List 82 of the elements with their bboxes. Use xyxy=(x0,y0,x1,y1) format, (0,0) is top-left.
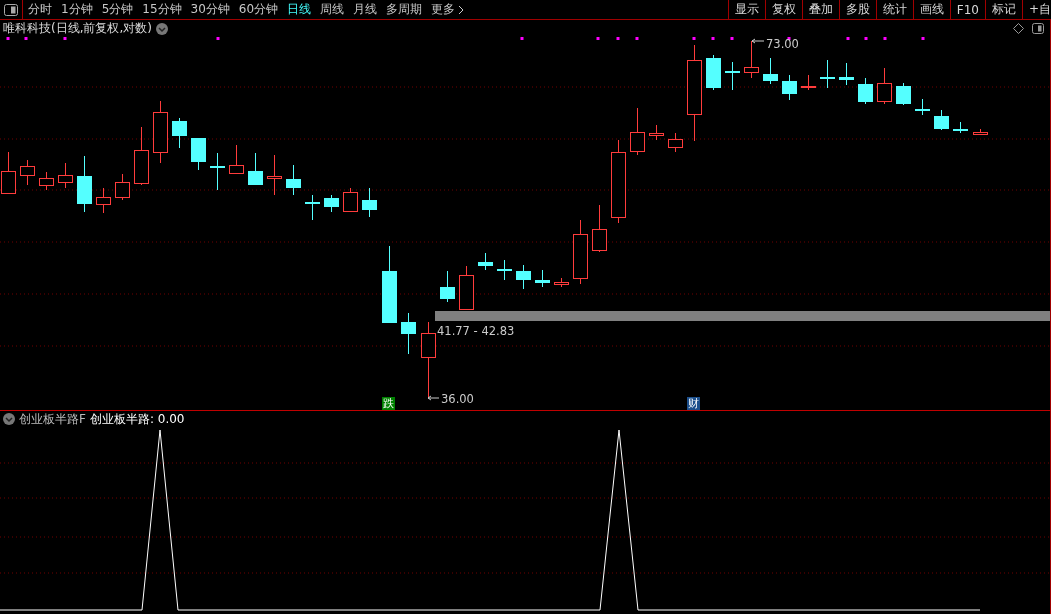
price-range-label: 41.77 - 42.83 xyxy=(437,324,515,338)
candlestick xyxy=(592,204,607,253)
period-tab[interactable]: 5分钟 xyxy=(101,1,134,18)
panel-toggle-icon[interactable] xyxy=(4,3,18,16)
candlestick xyxy=(20,159,35,186)
toolbar-button[interactable]: 叠加 xyxy=(801,0,839,19)
candlestick xyxy=(744,40,759,79)
dropdown-icon[interactable] xyxy=(3,413,15,425)
candlestick xyxy=(362,187,377,218)
candlestick xyxy=(1,151,16,194)
toolbar-button[interactable]: +自 xyxy=(1021,0,1051,19)
candlestick xyxy=(153,100,168,164)
diamond-icon[interactable] xyxy=(1013,23,1024,34)
period-tab[interactable]: 1分钟 xyxy=(61,1,93,18)
candlestick xyxy=(229,144,244,174)
candlestick xyxy=(573,219,588,285)
period-tab[interactable]: 15分钟 xyxy=(142,1,182,18)
period-tab[interactable]: 日线 xyxy=(287,1,312,18)
candlestick xyxy=(953,121,968,134)
candlestick xyxy=(39,171,54,191)
low-price-label: 36.00 xyxy=(427,392,474,406)
toolbar-button[interactable]: 标记 xyxy=(984,0,1022,19)
candlestick xyxy=(782,74,797,101)
candlestick xyxy=(820,59,835,89)
candlestick xyxy=(343,187,358,213)
candlestick xyxy=(801,74,816,91)
candlestick xyxy=(267,154,282,196)
candlestick xyxy=(516,264,531,290)
candlestick xyxy=(459,265,474,310)
candlestick xyxy=(839,62,854,86)
toolbar-button[interactable]: 多股 xyxy=(838,0,876,19)
candlestick xyxy=(934,109,949,131)
toolbar-button[interactable]: 复权 xyxy=(764,0,802,19)
candlestick xyxy=(725,61,740,91)
candlestick xyxy=(440,270,455,303)
candlestick xyxy=(706,54,721,91)
candlestick xyxy=(877,67,892,105)
toolbar-button[interactable]: 显示 xyxy=(727,0,765,19)
toolbar-button[interactable]: F10 xyxy=(949,0,985,19)
period-tab[interactable]: 月线 xyxy=(353,1,378,18)
candlestick xyxy=(58,162,73,189)
candlestick xyxy=(305,194,320,221)
indicator-reading: 创业板半路: 0.00 xyxy=(89,410,185,428)
toolbar-button[interactable]: 画线 xyxy=(912,0,950,19)
candlestick xyxy=(554,277,569,288)
candlestick xyxy=(401,312,416,355)
candlestick xyxy=(763,57,778,85)
period-tab[interactable]: 60分钟 xyxy=(238,1,279,18)
candlestick xyxy=(191,137,206,171)
chevron-icon xyxy=(458,4,465,15)
candlestick xyxy=(210,152,225,191)
candlestick xyxy=(115,173,130,201)
chart-title: 唯科科技(日线,前复权,对数) xyxy=(3,20,152,37)
candlestick xyxy=(248,152,263,186)
candlestick xyxy=(630,107,645,156)
dropdown-icon[interactable] xyxy=(156,22,168,35)
period-tab[interactable]: 多周期 xyxy=(386,1,423,18)
event-badge[interactable]: 跌 xyxy=(382,397,395,410)
period-tab[interactable]: 30分钟 xyxy=(190,1,230,18)
candlestick xyxy=(649,124,664,141)
candlestick xyxy=(324,194,339,213)
period-tab[interactable]: 分时 xyxy=(28,1,52,18)
period-tab[interactable]: 周线 xyxy=(320,1,345,18)
period-tab[interactable]: 更多 xyxy=(431,1,465,18)
indicator-name: 创业板半路F xyxy=(19,410,86,428)
candlestick xyxy=(77,155,92,213)
candlestick xyxy=(172,117,187,149)
event-badge[interactable]: 财 xyxy=(687,397,700,410)
candlestick xyxy=(858,77,873,105)
candlestick xyxy=(896,82,911,106)
toolbar-button[interactable]: 统计 xyxy=(875,0,913,19)
candlestick xyxy=(535,269,550,288)
candlestick xyxy=(497,259,512,281)
high-price-label: 73.00 xyxy=(751,37,799,51)
candlestick xyxy=(478,252,493,271)
candlestick xyxy=(134,126,149,186)
candlestick xyxy=(96,187,111,214)
candlestick xyxy=(973,128,988,136)
candlestick xyxy=(286,164,301,196)
panel-toggle-icon[interactable] xyxy=(1032,23,1044,34)
candlestick xyxy=(915,98,930,116)
candlestick xyxy=(668,132,683,153)
